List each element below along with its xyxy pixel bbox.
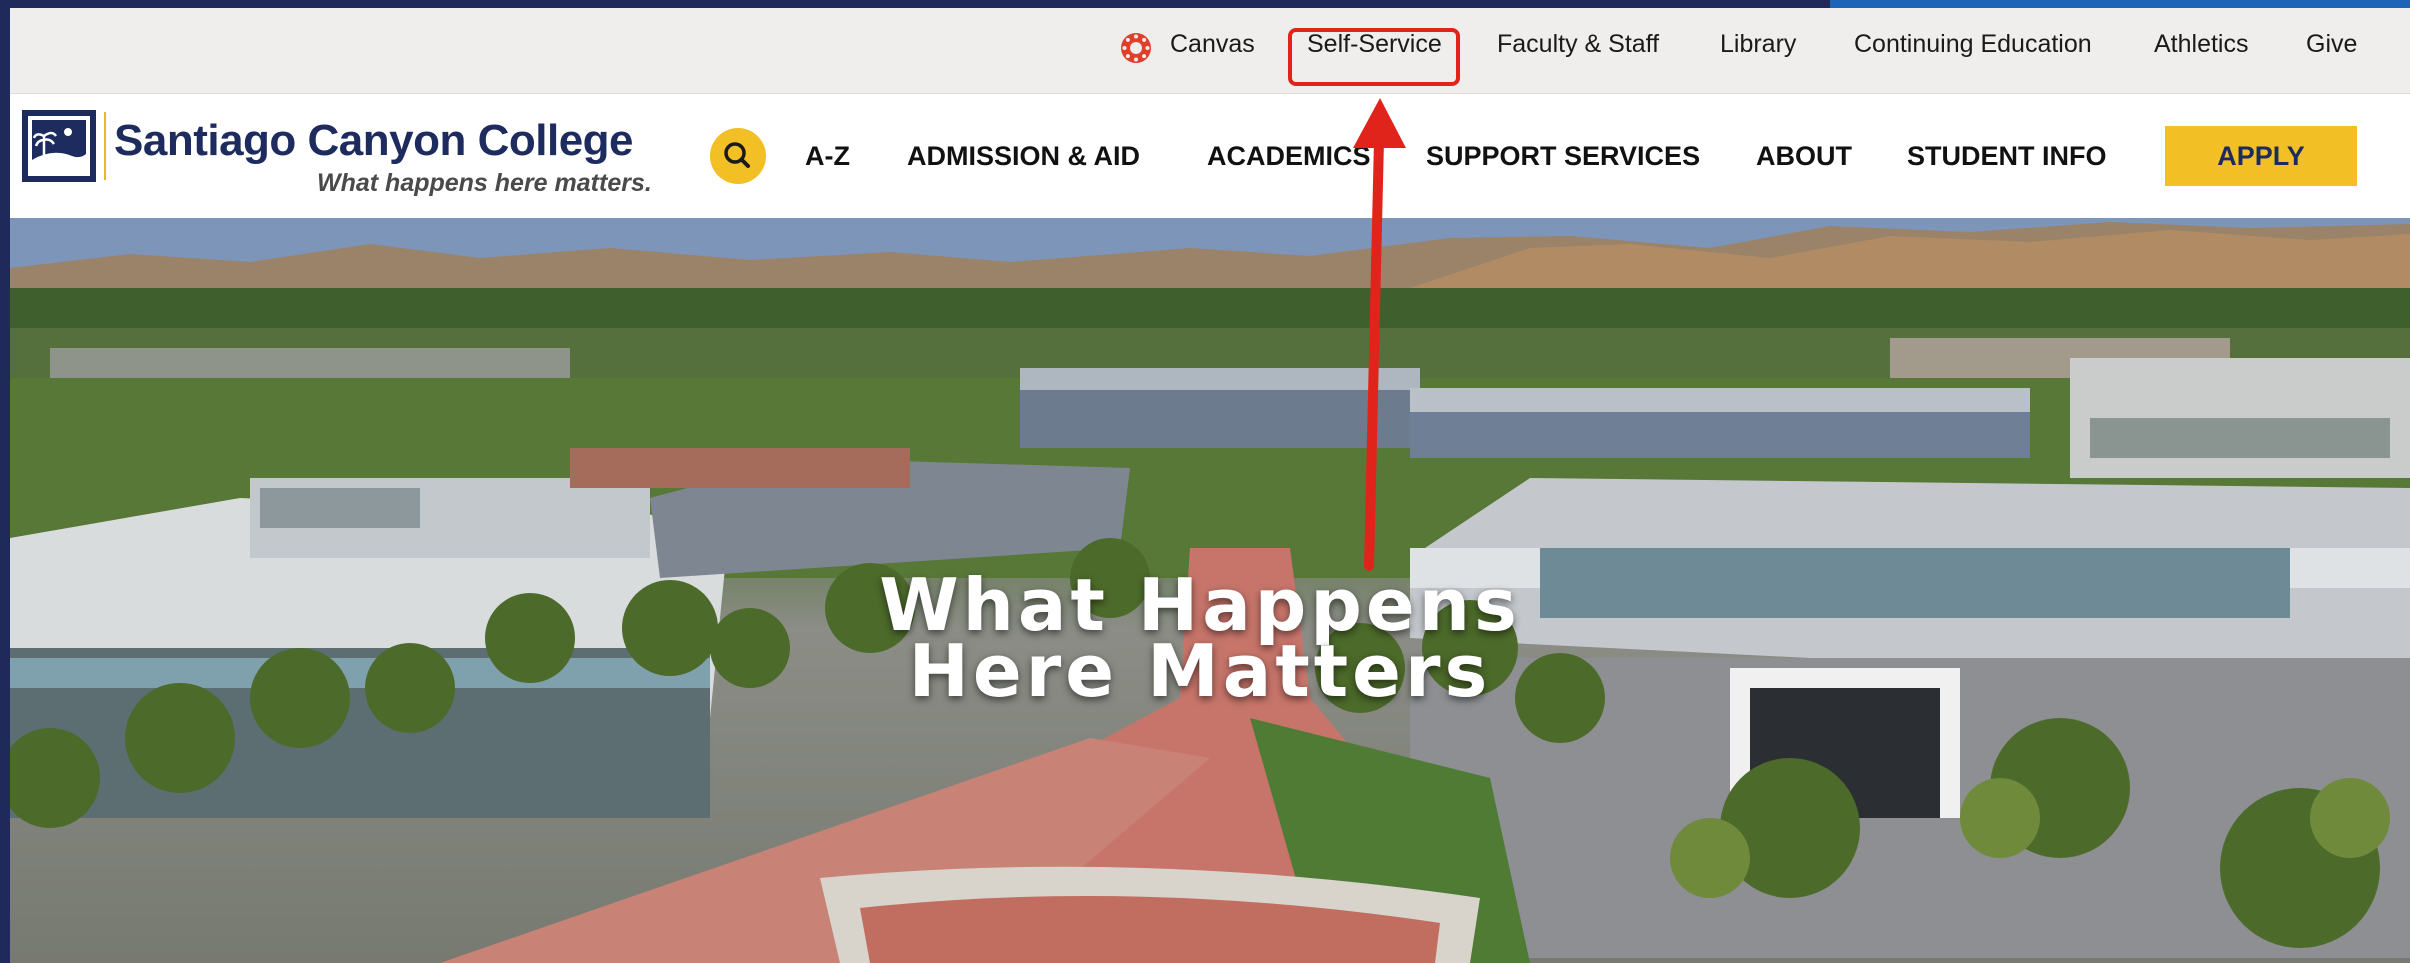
nav-item-a-z[interactable]: A-Z (805, 134, 850, 178)
utility-link-faculty-staff[interactable]: Faculty & Staff (1497, 24, 1659, 64)
utility-link-athletics[interactable]: Athletics (2154, 24, 2248, 64)
college-logo-mark[interactable] (22, 110, 96, 182)
hero-section: What Happens Here Matters (10, 218, 2410, 963)
browser-top-edge-accent (1830, 0, 2410, 8)
hero-title-line2: Here Matters (908, 629, 1492, 713)
utility-link-continuing-education[interactable]: Continuing Education (1854, 24, 2092, 64)
search-button[interactable] (710, 128, 766, 184)
utility-link-canvas[interactable]: Canvas (1170, 24, 1255, 64)
college-tagline: What happens here matters. (317, 169, 652, 197)
utility-link-library[interactable]: Library (1720, 24, 1796, 64)
hero-title: What Happens Here Matters (10, 569, 2390, 713)
nav-item-about[interactable]: ABOUT (1756, 134, 1852, 178)
college-name[interactable]: Santiago Canyon College (114, 116, 634, 166)
browser-left-edge (0, 0, 10, 963)
logo-divider (104, 112, 106, 180)
search-icon (724, 142, 750, 168)
utility-link-self-service[interactable]: Self-Service (1307, 24, 1442, 64)
canvas-icon[interactable] (1120, 32, 1152, 64)
nav-item-academics[interactable]: ACADEMICS (1207, 134, 1371, 178)
nav-item-support-services[interactable]: SUPPORT SERVICES (1426, 134, 1700, 178)
utility-link-give[interactable]: Give (2306, 24, 2357, 64)
apply-button[interactable]: APPLY (2165, 126, 2357, 186)
nav-item-admission-aid[interactable]: ADMISSION & AID (907, 134, 1140, 178)
nav-item-student-info[interactable]: STUDENT INFO (1907, 134, 2107, 178)
